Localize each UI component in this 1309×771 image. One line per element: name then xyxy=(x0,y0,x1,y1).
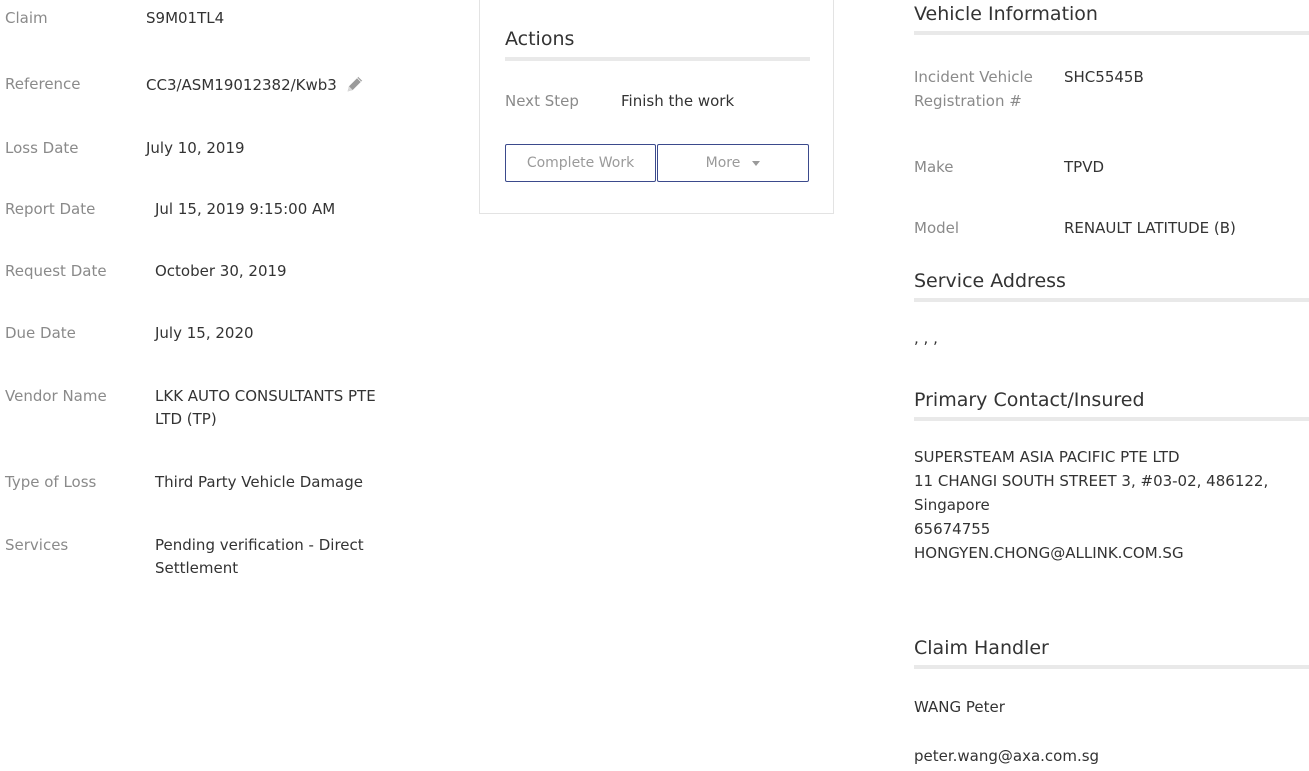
registration-label-line2: Registration # xyxy=(914,92,1022,110)
service-address-divider xyxy=(914,298,1309,302)
claim-number-link[interactable]: S9M01TL4 xyxy=(146,7,224,30)
report-date-label: Report Date xyxy=(5,200,96,218)
claim-handler-divider xyxy=(914,665,1309,669)
primary-contact-details: SUPERSTEAM ASIA PACIFIC PTE LTD 11 CHANG… xyxy=(914,445,1309,565)
report-date-value: Jul 15, 2019 9:15:00 AM xyxy=(155,200,336,218)
vehicle-info-title: Vehicle Information xyxy=(914,3,1098,25)
vendor-name-line2: LTD (TP) xyxy=(155,410,217,428)
reference-value: CC3/ASM19012382/Kwb3 xyxy=(146,76,337,94)
more-dropdown-button[interactable]: More xyxy=(657,144,809,182)
registration-label: Incident Vehicle Registration # xyxy=(914,65,1054,113)
next-step-label: Next Step xyxy=(505,92,579,110)
actions-title: Actions xyxy=(505,28,575,50)
vendor-name-label: Vendor Name xyxy=(5,387,107,405)
services-line1: Pending verification - Direct xyxy=(155,536,364,554)
caret-down-icon xyxy=(752,160,761,166)
next-step-value: Finish the work xyxy=(621,92,735,110)
registration-label-line1: Incident Vehicle xyxy=(914,68,1033,86)
due-date-value: July 15, 2020 xyxy=(155,324,254,342)
complete-work-label: Complete Work xyxy=(526,155,635,171)
actions-divider xyxy=(505,57,810,61)
services-line2: Settlement xyxy=(155,559,239,577)
actions-card: Actions Next Step Finish the work Comple… xyxy=(479,0,834,214)
contact-email: HONGYEN.CHONG@ALLINK.COM.SG xyxy=(914,544,1184,562)
loss-date-value: July 10, 2019 xyxy=(146,139,245,157)
handler-name: WANG Peter xyxy=(914,698,1005,716)
loss-date-label: Loss Date xyxy=(5,139,79,157)
due-date-label: Due Date xyxy=(5,324,76,342)
reference-value-wrap: CC3/ASM19012382/Kwb3 xyxy=(146,73,366,97)
contact-name: SUPERSTEAM ASIA PACIFIC PTE LTD xyxy=(914,448,1180,466)
more-label: More xyxy=(705,155,741,171)
claim-label: Claim xyxy=(5,9,48,27)
request-date-value: October 30, 2019 xyxy=(155,262,287,280)
service-address-title: Service Address xyxy=(914,270,1066,292)
contact-address-line2: Singapore xyxy=(914,496,990,514)
handler-email: peter.wang@axa.com.sg xyxy=(914,747,1100,765)
make-value: TPVD xyxy=(1064,158,1105,176)
primary-contact-divider xyxy=(914,417,1309,421)
primary-contact-title: Primary Contact/Insured xyxy=(914,389,1145,411)
claim-handler-title: Claim Handler xyxy=(914,637,1049,659)
services-label: Services xyxy=(5,536,69,554)
complete-work-button[interactable]: Complete Work xyxy=(505,144,656,182)
type-of-loss-value: Third Party Vehicle Damage xyxy=(155,473,363,491)
service-address-value: , , , xyxy=(914,329,938,347)
model-label: Model xyxy=(914,219,960,237)
model-value: RENAULT LATITUDE (B) xyxy=(1064,219,1236,237)
vendor-name-line1: LKK AUTO CONSULTANTS PTE xyxy=(155,387,376,405)
make-label: Make xyxy=(914,158,954,176)
type-of-loss-label: Type of Loss xyxy=(5,473,97,491)
contact-phone: 65674755 xyxy=(914,520,991,538)
pencil-icon[interactable] xyxy=(344,73,366,95)
contact-address-line1: 11 CHANGI SOUTH STREET 3, #03-02, 486122… xyxy=(914,472,1269,490)
request-date-label: Request Date xyxy=(5,262,107,280)
registration-value: SHC5545B xyxy=(1064,68,1144,86)
vendor-name-value: LKK AUTO CONSULTANTS PTE LTD (TP) xyxy=(155,385,376,431)
services-value: Pending verification - Direct Settlement xyxy=(155,534,364,580)
reference-label: Reference xyxy=(5,75,81,93)
vehicle-info-divider xyxy=(914,31,1309,35)
